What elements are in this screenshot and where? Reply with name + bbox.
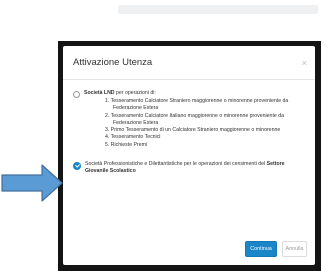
list-item: 3. Primo Tesseramento di un Calciatore S… [105,127,281,134]
list-item: 1. Tesseramento Calciatore Straniero mag… [105,98,289,104]
option-sgs-label: Società Professionistiche e Dilettantist… [85,161,305,176]
option-lnd-bold: Società LND [84,90,115,96]
radio-unchecked-icon[interactable] [73,91,80,98]
option-lnd-label: Società LND per operazioni di: [84,90,156,97]
modal-body: Società LND per operazioni di: 1. Tesser… [63,80,315,176]
option-settore-giovanile[interactable]: Società Professionistiche e Dilettantist… [73,161,305,176]
list-item: 4. Tesseramento Tecnici [105,134,161,141]
continue-button[interactable]: Continua [245,241,277,257]
list-item: Federazione Estera [113,119,159,126]
activation-modal: Attivazione Utenza × Società LND per ope… [63,46,315,265]
option-sgs-text: Società Professionistiche e Dilettantist… [85,161,267,168]
list-item: Federazione Estera [113,105,159,112]
modal-footer: Continua Annulla [245,241,307,257]
list-item: 2. Tesseramento Calciatore Italiano magg… [105,112,284,119]
close-icon[interactable]: × [302,58,307,68]
option-societa-lnd[interactable]: Società LND per operazioni di: [73,90,305,98]
list-item: 5. Richieste Premi [105,141,148,148]
option-lnd-text: per operazioni di: [114,90,156,96]
cancel-button[interactable]: Annulla [282,241,307,257]
modal-title: Attivazione Utenza [73,57,153,68]
arrow-right-icon [1,164,63,202]
radio-checked-icon[interactable] [73,162,81,171]
page-background-bar [118,5,318,14]
modal-header: Attivazione Utenza × [63,46,315,80]
operations-list: 1. Tesseramento Calciatore Straniero mag… [73,98,305,149]
